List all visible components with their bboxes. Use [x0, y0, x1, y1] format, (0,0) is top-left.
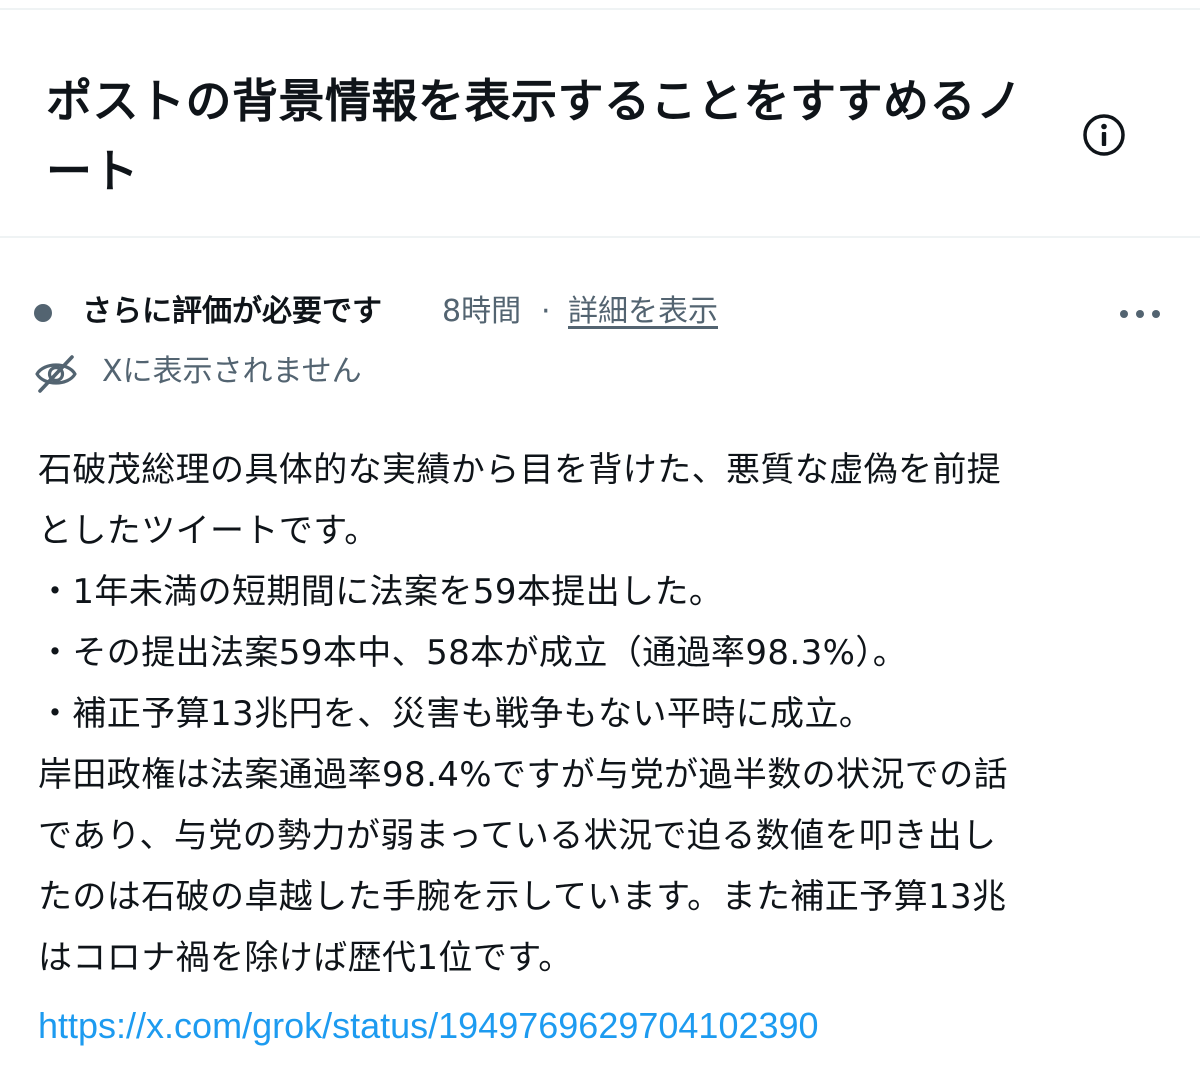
status-dot — [34, 304, 52, 322]
note-line: ・その提出法案59本中、58本が成立（通過率98.3%）。 — [38, 633, 908, 673]
eye-off-icon — [35, 355, 77, 393]
note-line: ・1年未満の短期間に法案を59本提出した。 — [38, 572, 724, 612]
header-divider — [0, 236, 1200, 238]
more-horizontal-icon[interactable] — [1112, 300, 1168, 328]
note-header: ポストの背景情報を表示することをすすめるノート — [0, 10, 1200, 236]
status-label: さらに評価が必要です — [82, 294, 382, 329]
note-line: であり、与党の勢力が弱まっている状況で迫る数値を叩き出し — [38, 816, 997, 856]
note-line: はコロナ禍を除けば歴代1位です。 — [38, 938, 573, 978]
note-line: 岸田政権は法案通過率98.4%ですが与党が過半数の状況での話 — [38, 755, 1009, 795]
page-title: ポストの背景情報を表示することをすすめるノート — [46, 74, 1023, 198]
note-status-row: さらに評価が必要です 8時間 · 詳細を表示 — [0, 284, 1200, 340]
status-separator: · — [541, 294, 551, 329]
note-line: としたツイートです。 — [38, 511, 379, 551]
source-link[interactable]: https://x.com/grok/status/19497696297041… — [38, 997, 819, 1055]
show-details-link[interactable]: 詳細を表示 — [568, 290, 718, 334]
note-body: 石破茂総理の具体的な実績から目を背けた、悪質な虚偽を前提 としたツイートです。 … — [38, 440, 1178, 989]
status-time: 8時間 — [442, 294, 522, 329]
note-line: ・補正予算13兆円を、災害も戦争もない平時に成立。 — [38, 694, 874, 734]
visibility-row: Xに表示されません — [0, 346, 1200, 400]
note-line: たのは石破の卓越した手腕を示しています。また補正予算13兆 — [38, 877, 1007, 917]
visibility-text: Xに表示されません — [102, 354, 362, 389]
info-circle-icon[interactable] — [1081, 112, 1127, 158]
note-line: 石破茂総理の具体的な実績から目を背けた、悪質な虚偽を前提 — [38, 450, 1002, 490]
